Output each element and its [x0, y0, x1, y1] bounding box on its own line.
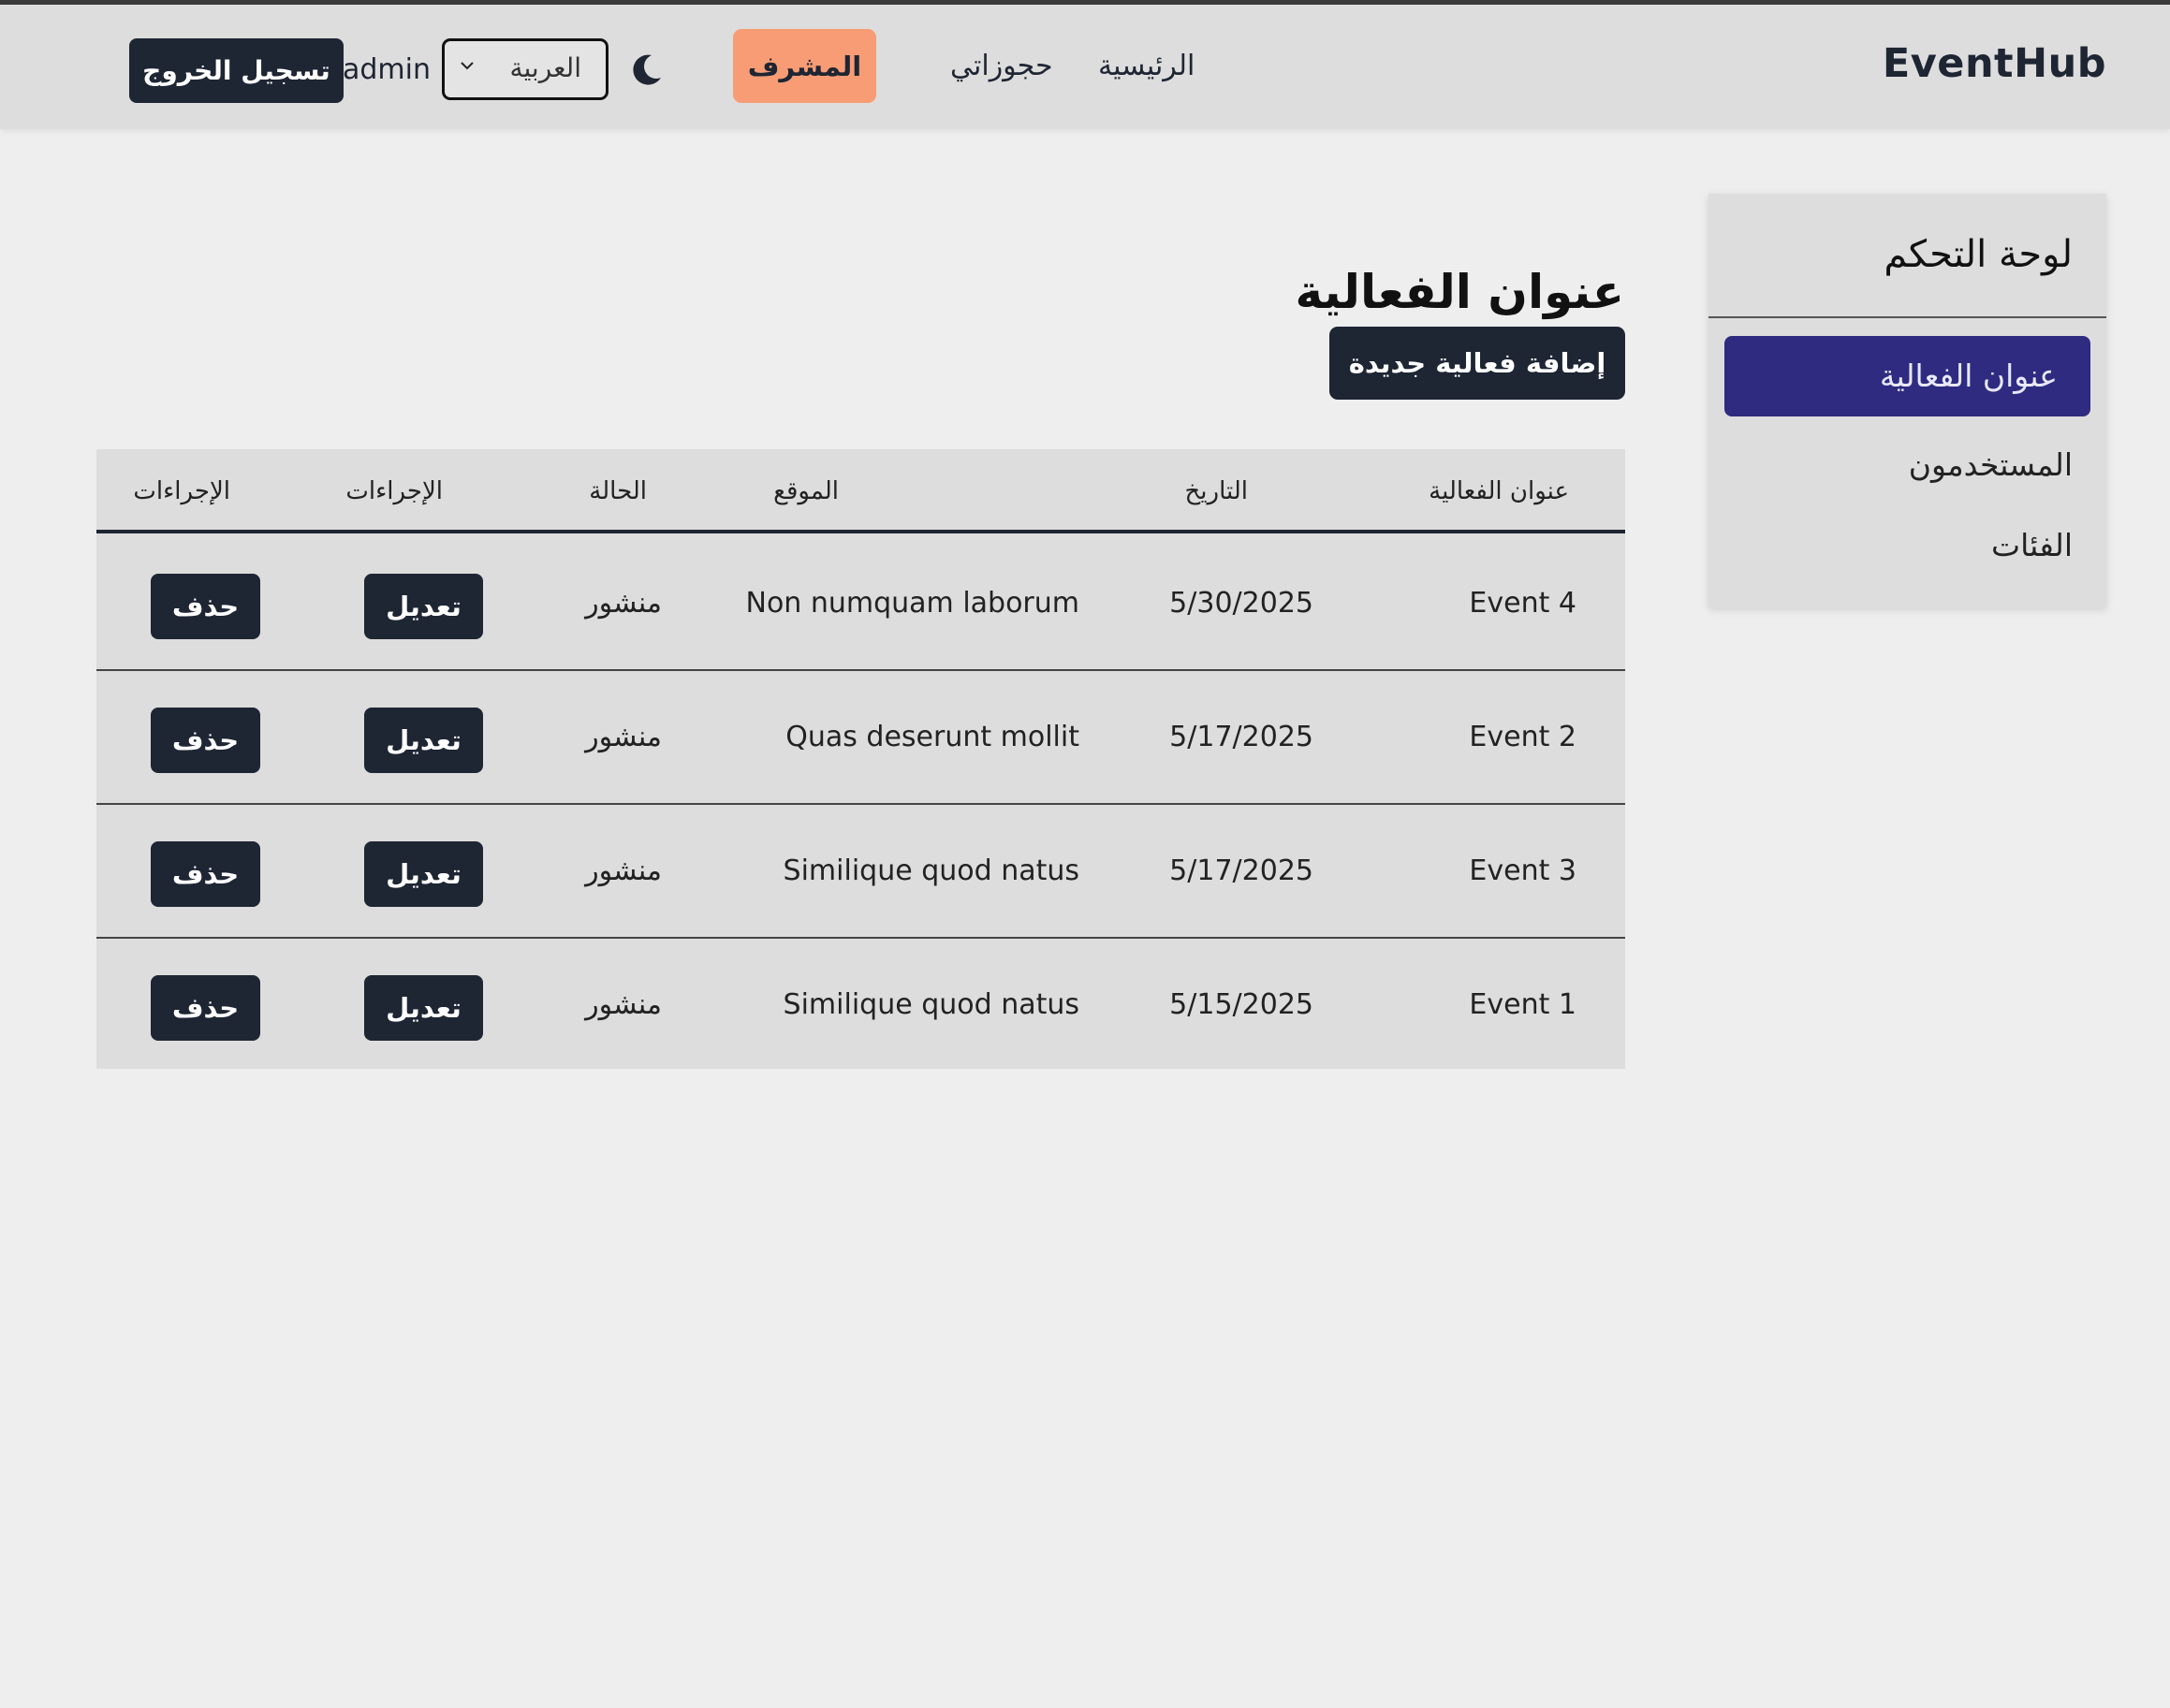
sidebar-divider	[1708, 316, 2106, 318]
moon-icon[interactable]	[627, 51, 665, 89]
chevron-down-icon	[461, 62, 474, 70]
event-title-cell: Event 4	[1469, 587, 1576, 620]
edit-button[interactable]: تعديل	[364, 708, 483, 773]
add-event-button[interactable]: إضافة فعالية جديدة	[1329, 327, 1625, 400]
event-date-cell: 5/15/2025	[1169, 988, 1313, 1021]
event-date-cell: 5/17/2025	[1169, 854, 1313, 887]
event-title-cell: Event 2	[1469, 721, 1576, 753]
table-row: Event 4 5/30/2025 Non numquam laborum من…	[96, 537, 1625, 671]
logout-button[interactable]: تسجيل الخروج	[129, 38, 344, 103]
event-status-cell: منشور	[585, 587, 662, 620]
column-header-title: عنوان الفعالية	[1429, 477, 1569, 505]
edit-button[interactable]: تعديل	[364, 574, 483, 639]
sidebar-item-users[interactable]: المستخدمون	[1909, 446, 2073, 483]
nav-admin-button[interactable]: المشرف	[733, 29, 876, 103]
edit-button[interactable]: تعديل	[364, 841, 483, 907]
column-header-actions-edit: الإجراءات	[345, 477, 443, 505]
event-location-cell: Similique quod natus	[783, 988, 1079, 1021]
table-row: Event 3 5/17/2025 Similique quod natus م…	[96, 805, 1625, 939]
sidebar-title: لوحة التحكم	[1884, 233, 2073, 276]
column-header-location: الموقع	[773, 477, 839, 505]
event-status-cell: منشور	[585, 854, 662, 887]
admin-sidebar: لوحة التحكم عنوان الفعالية المستخدمون ال…	[1708, 194, 2106, 608]
column-header-actions-delete: الإجراءات	[133, 477, 230, 505]
event-status-cell: منشور	[585, 721, 662, 753]
nav-bookings-link[interactable]: حجوزاتي	[950, 50, 1053, 82]
column-header-status: الحالة	[589, 477, 647, 505]
event-location-cell: Quas deserunt mollit	[785, 721, 1079, 753]
table-row: Event 2 5/17/2025 Quas deserunt mollit م…	[96, 671, 1625, 805]
sidebar-item-categories[interactable]: الفئات	[1991, 527, 2073, 563]
language-select-value: العربية	[509, 52, 581, 83]
table-row: Event 1 5/15/2025 Similique quod natus م…	[96, 939, 1625, 1073]
brand-logo[interactable]: EventHub	[1883, 40, 2106, 87]
edit-button[interactable]: تعديل	[364, 975, 483, 1041]
table-header: عنوان الفعالية التاريخ الموقع الحالة الإ…	[96, 449, 1625, 533]
event-date-cell: 5/17/2025	[1169, 721, 1313, 753]
events-table: عنوان الفعالية التاريخ الموقع الحالة الإ…	[96, 449, 1625, 1069]
delete-button[interactable]: حذف	[151, 574, 260, 639]
top-navbar: EventHub الرئيسية حجوزاتي المشرف العربية…	[0, 5, 2170, 129]
event-date-cell: 5/30/2025	[1169, 587, 1313, 620]
sidebar-item-events[interactable]: عنوان الفعالية	[1724, 336, 2090, 416]
page-title: عنوان الفعالية	[1295, 265, 1624, 319]
column-header-date: التاريخ	[1184, 477, 1249, 505]
nav-home-link[interactable]: الرئيسية	[1098, 50, 1195, 82]
event-location-cell: Non numquam laborum	[745, 587, 1079, 620]
delete-button[interactable]: حذف	[151, 708, 260, 773]
event-location-cell: Similique quod natus	[783, 854, 1079, 887]
event-title-cell: Event 1	[1469, 988, 1576, 1021]
delete-button[interactable]: حذف	[151, 841, 260, 907]
event-status-cell: منشور	[585, 988, 662, 1021]
username-label: admin	[343, 53, 431, 86]
event-title-cell: Event 3	[1469, 854, 1576, 887]
language-select[interactable]: العربية	[442, 38, 608, 100]
delete-button[interactable]: حذف	[151, 975, 260, 1041]
